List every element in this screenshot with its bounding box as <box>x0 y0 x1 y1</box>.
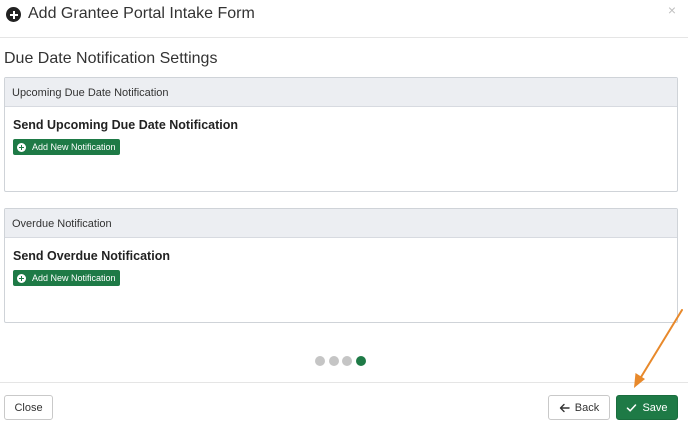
step-dot-1[interactable] <box>315 356 325 366</box>
arrow-left-icon <box>559 403 570 412</box>
plus-circle-icon <box>17 273 26 283</box>
panel-body: Send Upcoming Due Date Notification Add … <box>5 107 677 167</box>
plus-circle-icon <box>17 142 26 152</box>
check-icon <box>627 403 637 412</box>
step-dot-3[interactable] <box>342 356 352 366</box>
back-button-label: Back <box>574 401 600 414</box>
modal-title: Add Grantee Portal Intake Form <box>28 5 255 22</box>
plus-circle-icon <box>6 7 21 22</box>
section-title: Due Date Notification Settings <box>4 50 218 67</box>
add-notification-label: Add New Notification <box>32 273 116 283</box>
upcoming-notification-panel: Upcoming Due Date Notification Send Upco… <box>4 77 678 192</box>
panel-subtitle: Send Overdue Notification <box>13 249 170 263</box>
add-overdue-notification-button[interactable]: Add New Notification <box>13 270 120 286</box>
close-button-label: Close <box>14 401 43 414</box>
add-upcoming-notification-button[interactable]: Add New Notification <box>13 139 120 155</box>
back-button[interactable]: Back <box>548 395 610 420</box>
annotation-arrow <box>634 309 683 388</box>
panel-heading: Upcoming Due Date Notification <box>5 78 677 107</box>
overdue-notification-panel: Overdue Notification Send Overdue Notifi… <box>4 208 678 323</box>
save-button-label: Save <box>642 401 668 414</box>
panel-body: Send Overdue Notification Add New Notifi… <box>5 238 677 298</box>
modal-header: Add Grantee Portal Intake Form × <box>0 0 688 38</box>
panel-heading: Overdue Notification <box>5 209 677 238</box>
wizard-step-indicator <box>315 356 366 366</box>
modal-footer: Close Back Save <box>0 382 688 430</box>
step-dot-2[interactable] <box>328 356 339 366</box>
add-notification-label: Add New Notification <box>32 142 116 152</box>
panel-subtitle: Send Upcoming Due Date Notification <box>13 118 239 132</box>
close-button[interactable]: Close <box>4 395 53 420</box>
step-dot-4-active[interactable] <box>355 356 366 366</box>
close-icon[interactable]: × <box>668 2 676 18</box>
